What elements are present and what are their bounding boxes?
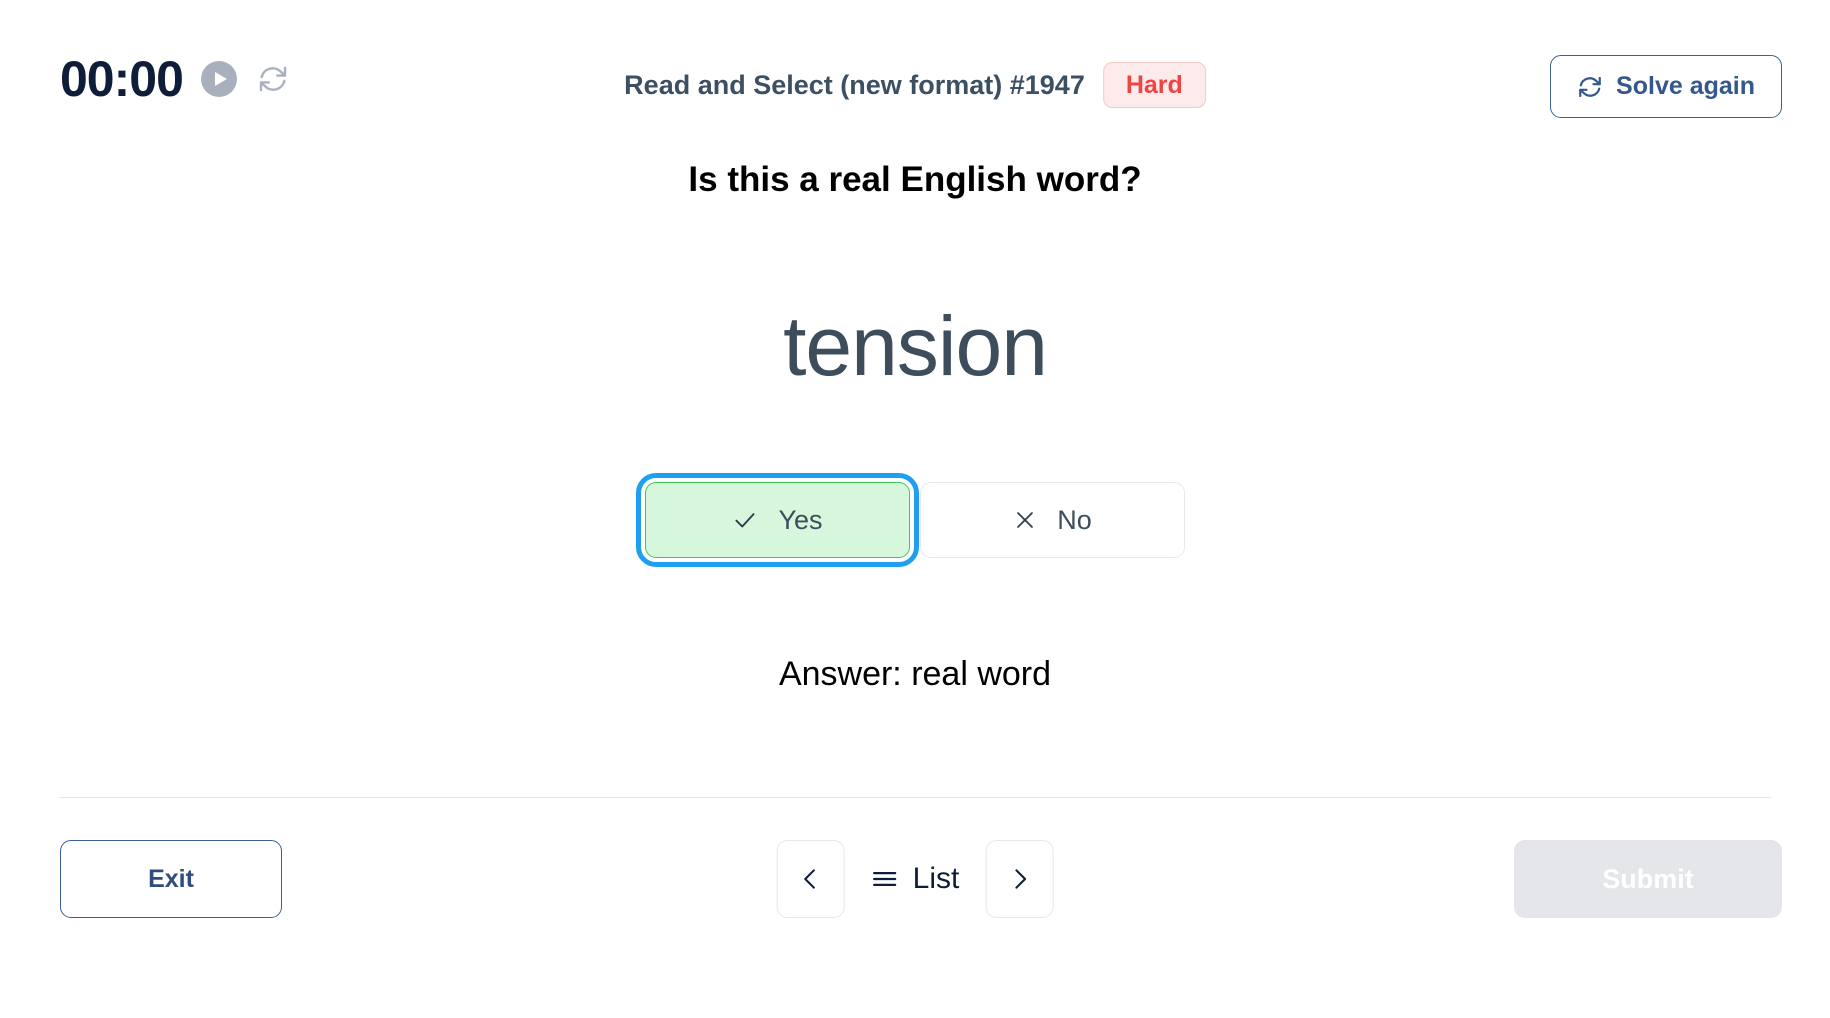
page-title: Read and Select (new format) #1947 xyxy=(624,69,1085,100)
timer-group: 00:00 xyxy=(60,54,291,104)
refresh-icon xyxy=(1577,74,1603,100)
answer-reveal: Answer: real word xyxy=(778,655,1052,693)
refresh-icon[interactable] xyxy=(255,61,291,97)
word-display: tension xyxy=(783,299,1048,393)
hamburger-icon xyxy=(871,865,899,893)
previous-button[interactable] xyxy=(776,840,845,918)
exercise-page: 00:00 Read and Select (new format) #1947… xyxy=(0,0,1830,1018)
choice-no-label: No xyxy=(1057,504,1092,535)
choice-no-button[interactable]: No xyxy=(920,482,1185,558)
close-icon xyxy=(1013,508,1037,532)
list-label: List xyxy=(912,862,960,895)
list-button[interactable]: List xyxy=(859,862,972,896)
choice-yes-button[interactable]: Yes xyxy=(636,473,919,567)
solve-again-button[interactable]: Solve again xyxy=(1550,55,1782,118)
title-group: Read and Select (new format) #1947 Hard xyxy=(624,62,1206,109)
next-button[interactable] xyxy=(985,840,1054,918)
choice-yes-label: Yes xyxy=(778,504,823,535)
question-prompt: Is this a real English word? xyxy=(688,160,1142,199)
timer-display: 00:00 xyxy=(60,51,184,107)
check-icon xyxy=(732,507,758,533)
chevron-right-icon xyxy=(1006,866,1032,892)
header-bar: 00:00 Read and Select (new format) #1947… xyxy=(0,0,1830,128)
footer-divider xyxy=(59,797,1771,798)
status-badge: Hard xyxy=(1102,62,1206,109)
exit-button[interactable]: Exit xyxy=(60,840,282,918)
solve-again-label: Solve again xyxy=(1616,72,1755,100)
navigation-group: List xyxy=(776,840,1054,918)
chevron-left-icon xyxy=(798,866,824,892)
play-circle-icon[interactable] xyxy=(200,61,237,97)
submit-button[interactable]: Submit xyxy=(1514,840,1782,918)
choice-group: Yes No xyxy=(0,473,1830,567)
